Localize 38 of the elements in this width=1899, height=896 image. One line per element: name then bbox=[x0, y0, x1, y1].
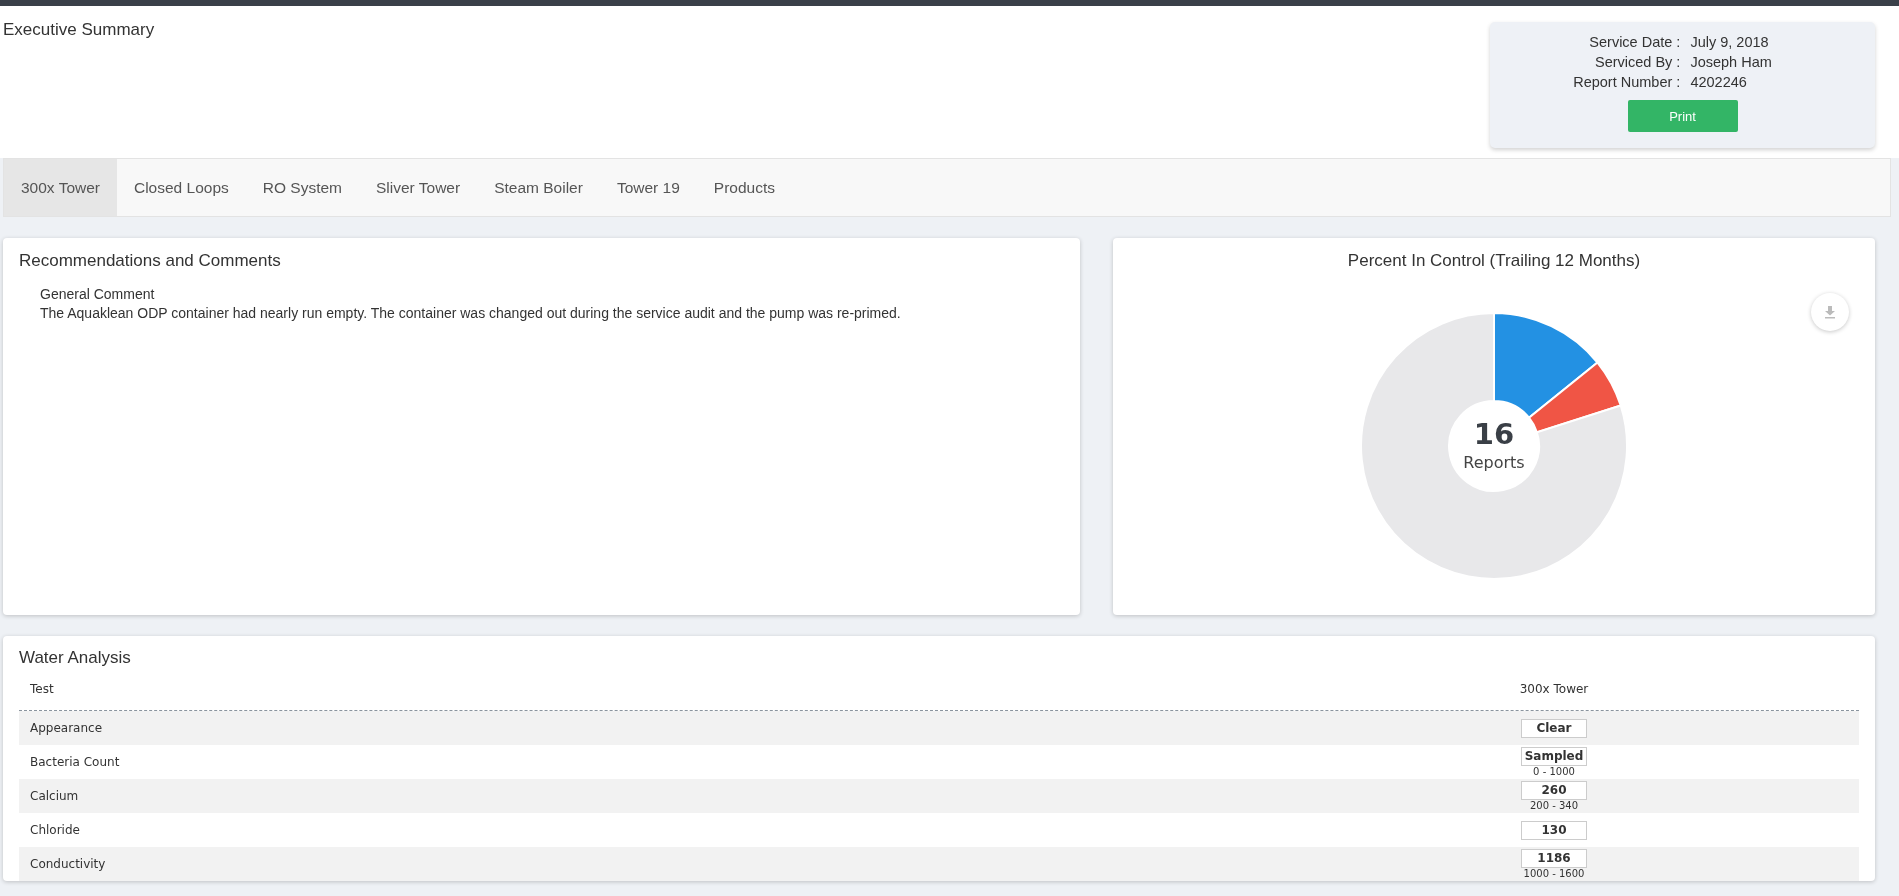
test-name: Bacteria Count bbox=[29, 755, 121, 769]
test-value: Sampled bbox=[1521, 747, 1587, 766]
test-name: Appearance bbox=[29, 721, 104, 735]
report-count-label: Reports bbox=[1463, 453, 1525, 472]
info-label: Report Number : bbox=[1572, 74, 1681, 90]
info-label: Serviced By : bbox=[1593, 54, 1681, 70]
download-icon bbox=[1823, 305, 1837, 319]
column-header: Test bbox=[29, 682, 55, 696]
tab[interactable]: Tower 19 bbox=[599, 159, 697, 216]
tab[interactable]: 300x Tower bbox=[4, 159, 117, 216]
test-value: 260 bbox=[1521, 781, 1587, 800]
test-range: 1000 - 1600 bbox=[1523, 868, 1585, 879]
card-title: Water Analysis bbox=[19, 648, 131, 667]
download-button[interactable] bbox=[1811, 293, 1849, 331]
card-title: Recommendations and Comments bbox=[19, 251, 282, 271]
tab[interactable]: Products bbox=[696, 159, 792, 216]
comment-text: The Aquaklean ODP container had nearly run empty. The container was changed out during the service audit and the pump was re-primed. bbox=[40, 304, 902, 323]
info-value: July 9, 2018 bbox=[1690, 34, 1770, 50]
column-header: 300x Tower bbox=[1518, 682, 1590, 696]
test-name: Conductivity bbox=[29, 857, 107, 871]
info-value: Joseph Ham bbox=[1690, 54, 1773, 70]
test-value: 1186 bbox=[1521, 849, 1587, 868]
chart-title: Percent In Control (Trailing 12 Months) bbox=[1347, 251, 1641, 271]
test-range: 0 - 1000 bbox=[1533, 766, 1575, 777]
test-range: 200 - 340 bbox=[1529, 800, 1579, 811]
tab[interactable]: Sliver Tower bbox=[359, 159, 478, 216]
page-title: Executive Summary bbox=[3, 20, 155, 40]
test-name: Chloride bbox=[29, 823, 81, 837]
test-value: Clear bbox=[1521, 718, 1587, 738]
info-value: 4202246 bbox=[1690, 74, 1748, 90]
tab[interactable]: Steam Boiler bbox=[477, 159, 600, 216]
test-name: Calcium bbox=[29, 789, 80, 803]
report-count: 16 bbox=[1473, 420, 1515, 449]
info-label: Service Date : bbox=[1588, 34, 1681, 50]
test-value: 130 bbox=[1521, 820, 1587, 840]
tab[interactable]: RO System bbox=[245, 159, 359, 216]
comment-heading: General Comment bbox=[40, 285, 156, 304]
tab[interactable]: Closed Loops bbox=[117, 159, 246, 216]
